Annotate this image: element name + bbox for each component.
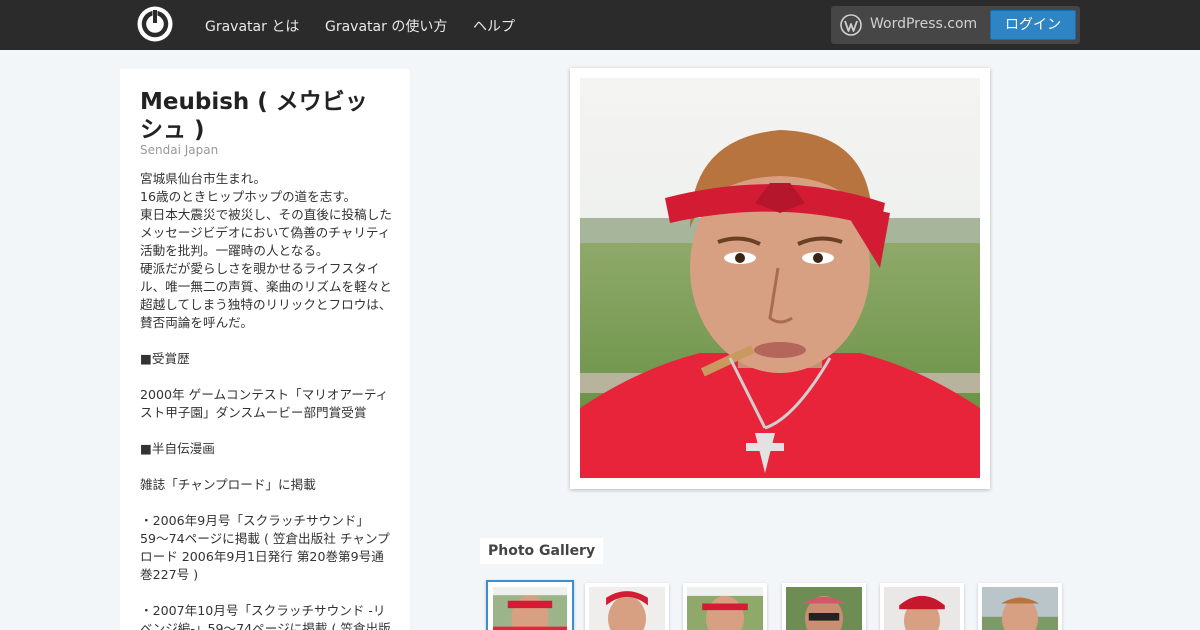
wordpress-label: WordPress.com [870,16,978,32]
profile-name: Meubish ( メウビッシュ ) [140,89,368,143]
profile-location: Sendai Japan [140,143,219,157]
gallery-thumbnail[interactable] [486,580,574,630]
bio-paragraph: ■半自伝漫画 [140,441,215,456]
bio-paragraph: ・2006年9月号「スクラッチサウンド」59〜74ページに掲載 ( 笠倉出版社 … [140,513,390,582]
bio-paragraph: ・2007年10月号「スクラッチサウンド -リベンジ編-」59〜74ページに掲載… [140,603,391,630]
wordpress-login-box: WordPress.com ログイン [831,6,1080,44]
profile-card: Meubish ( メウビッシュ ) Sendai Japan 宮城県仙台市生ま… [120,69,410,630]
profile-photo-frame [570,68,990,489]
bio-spacer [140,368,392,386]
bio-spacer [140,458,392,476]
bio-paragraph: 硬派だが愛らしさを覗かせるライフスタイル、唯一無二の声質、楽曲のリズムを軽々と超… [140,261,392,330]
profile-photo [580,78,980,478]
bio-paragraph: 宮城県仙台市生まれ。 [140,171,267,186]
gallery-thumbnail[interactable] [782,583,866,630]
gallery-thumbnail[interactable] [585,583,669,630]
profile-bio: 宮城県仙台市生まれ。 16歳のときヒップホップの道を志す。東日本大震災で被災し、そ… [140,170,392,630]
nav-link-help[interactable]: ヘルプ [473,16,515,36]
bio-paragraph: 雑誌「チャンプロード」に掲載 [140,477,316,492]
bio-paragraph: 16歳のときヒップホップの道を志す。 [140,189,357,204]
nav-link-what-is-gravatar[interactable]: Gravatar とは [205,16,299,36]
bio-paragraph: 東日本大震災で被災し、その直後に投稿したメッセージビデオにおいて偽善のチャリティ… [140,207,392,258]
gallery-thumbnail[interactable] [683,583,767,630]
bio-spacer [140,332,392,350]
bio-spacer [140,494,392,512]
wordpress-logo-icon [840,14,862,36]
gallery-title: Photo Gallery [480,538,604,564]
top-bar: Gravatar とは Gravatar の使い方 ヘルプ WordPress.… [0,0,1200,50]
nav-link-how-to-use[interactable]: Gravatar の使い方 [325,16,447,36]
bio-paragraph: ■受賞歴 [140,351,190,366]
gallery-thumbnail[interactable] [978,583,1062,630]
bio-spacer [140,422,392,440]
bio-paragraph: 2000年 ゲームコンテスト「マリオアーティスト甲子園」ダンスムービー部門賞受賞 [140,387,389,420]
gravatar-logo-icon[interactable] [137,6,173,42]
gallery-thumbnail[interactable] [880,583,964,630]
bio-spacer [140,584,392,602]
login-button[interactable]: ログイン [990,10,1076,40]
